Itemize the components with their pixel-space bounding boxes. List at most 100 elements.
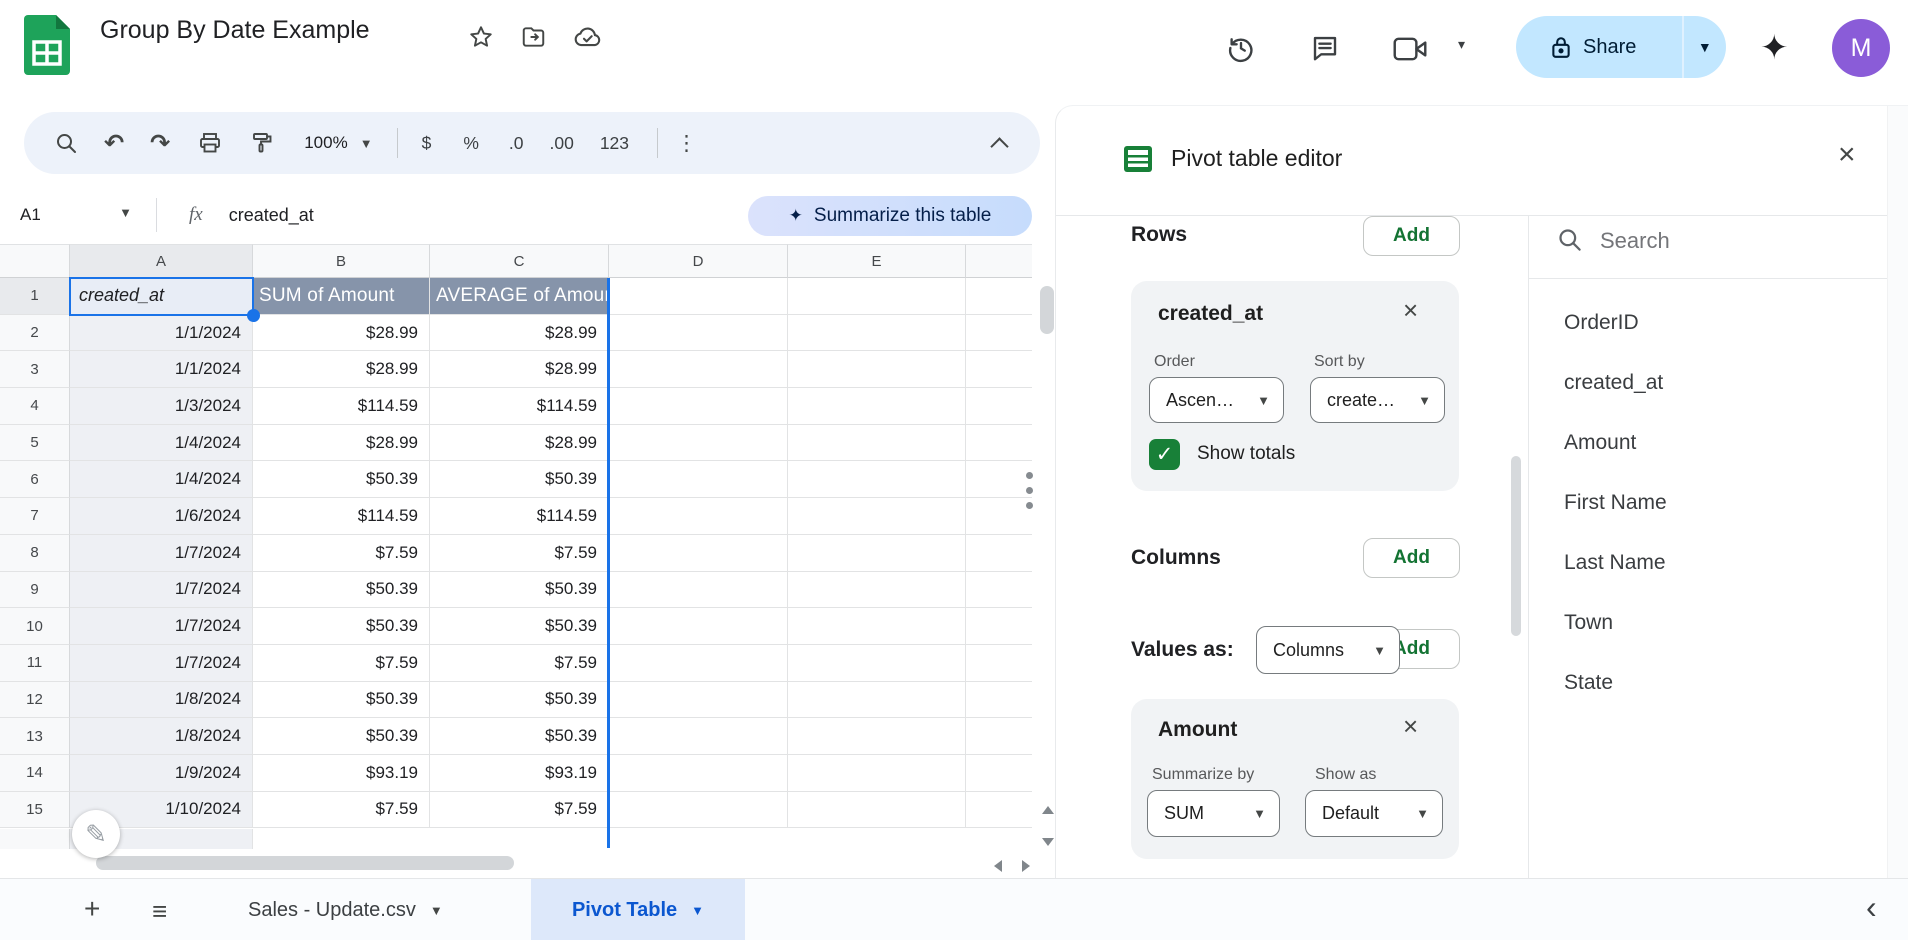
cell-D5[interactable]: [609, 425, 788, 462]
cell-B4[interactable]: $114.59: [253, 388, 430, 425]
cell-B12[interactable]: $50.39: [253, 682, 430, 719]
panel-close-icon[interactable]: ×: [1838, 138, 1856, 172]
cell-C3[interactable]: $28.99: [430, 351, 609, 388]
version-history-icon[interactable]: [1226, 33, 1256, 63]
grid-corner[interactable]: [0, 244, 70, 278]
cell-E1[interactable]: [788, 278, 966, 315]
percent-format-button[interactable]: %: [463, 133, 479, 154]
show-as-dropdown[interactable]: Default▼: [1305, 790, 1443, 837]
share-dropdown-arrow[interactable]: ▼: [1684, 39, 1727, 55]
cell-A1[interactable]: created_at: [70, 278, 253, 315]
cell-B2[interactable]: $28.99: [253, 315, 430, 352]
cell-D6[interactable]: [609, 461, 788, 498]
row-header-2[interactable]: 2: [0, 315, 70, 352]
cell-E7[interactable]: [788, 498, 966, 535]
summarize-table-button[interactable]: ✦ Summarize this table: [748, 196, 1032, 236]
name-box[interactable]: A1 ▼: [20, 205, 132, 225]
cell-D1[interactable]: [609, 278, 788, 315]
cell-C10[interactable]: $50.39: [430, 608, 609, 645]
row-header-4[interactable]: 4: [0, 388, 70, 425]
row-header-1[interactable]: 1: [0, 278, 70, 315]
cell-F10[interactable]: [966, 608, 1032, 645]
cell-F9[interactable]: [966, 572, 1032, 609]
account-avatar[interactable]: M: [1832, 19, 1890, 77]
cell-B10[interactable]: $50.39: [253, 608, 430, 645]
cell-A5[interactable]: 1/4/2024: [70, 425, 253, 462]
cell-D7[interactable]: [609, 498, 788, 535]
cell-F11[interactable]: [966, 645, 1032, 682]
cell-E11[interactable]: [788, 645, 966, 682]
row-header-13[interactable]: 13: [0, 718, 70, 755]
panel-scrollbar-thumb[interactable]: [1511, 456, 1521, 636]
cell-F13[interactable]: [966, 718, 1032, 755]
comments-icon[interactable]: [1310, 33, 1340, 63]
paint-format-icon[interactable]: [250, 131, 274, 155]
cell-A9[interactable]: 1/7/2024: [70, 572, 253, 609]
cell-C14[interactable]: $93.19: [430, 755, 609, 792]
scroll-right-arrow[interactable]: [1022, 860, 1030, 872]
cell-A13[interactable]: 1/8/2024: [70, 718, 253, 755]
cell-F3[interactable]: [966, 351, 1032, 388]
name-box-arrow[interactable]: ▼: [119, 205, 132, 220]
summarize-by-dropdown[interactable]: SUM▼: [1147, 790, 1280, 837]
cell-E13[interactable]: [788, 718, 966, 755]
fill-handle[interactable]: [247, 309, 260, 322]
cell-A6[interactable]: 1/4/2024: [70, 461, 253, 498]
vertical-scrollbar-thumb[interactable]: [1040, 286, 1054, 334]
cell-D15[interactable]: [609, 792, 788, 829]
currency-format-button[interactable]: $: [422, 133, 432, 154]
cell-F12[interactable]: [966, 682, 1032, 719]
cell-F8[interactable]: [966, 535, 1032, 572]
cell-A2[interactable]: 1/1/2024: [70, 315, 253, 352]
cell-E4[interactable]: [788, 388, 966, 425]
zoom-control[interactable]: 100% ▼: [304, 133, 372, 153]
field-item-amount[interactable]: Amount: [1529, 413, 1887, 473]
sheet-tab-arrow[interactable]: ▼: [430, 903, 443, 918]
cell-C1[interactable]: AVERAGE of Amount: [430, 278, 609, 315]
move-to-folder-icon[interactable]: [520, 24, 547, 50]
cloud-saved-icon[interactable]: [573, 24, 603, 50]
cell-F4[interactable]: [966, 388, 1032, 425]
edit-pencil-button[interactable]: ✎: [72, 810, 120, 858]
cell-B11[interactable]: $7.59: [253, 645, 430, 682]
cell-F1[interactable]: [966, 278, 1032, 315]
cell-B13[interactable]: $50.39: [253, 718, 430, 755]
cell-B15[interactable]: $7.59: [253, 792, 430, 829]
scroll-up-arrow[interactable]: [1042, 806, 1054, 814]
cell-D13[interactable]: [609, 718, 788, 755]
sort-by-dropdown[interactable]: create…▼: [1310, 377, 1445, 423]
search-menus-icon[interactable]: [54, 131, 78, 155]
sheet-tab-arrow[interactable]: ▼: [691, 903, 704, 918]
cell-E10[interactable]: [788, 608, 966, 645]
column-header-C[interactable]: C: [430, 244, 609, 278]
cell-D9[interactable]: [609, 572, 788, 609]
cell-E6[interactable]: [788, 461, 966, 498]
cell-B6[interactable]: $50.39: [253, 461, 430, 498]
column-header-A[interactable]: A: [70, 244, 253, 278]
cell-A14[interactable]: 1/9/2024: [70, 755, 253, 792]
cell-C7[interactable]: $114.59: [430, 498, 609, 535]
values-field-remove-icon[interactable]: ×: [1403, 711, 1418, 742]
scroll-left-arrow[interactable]: [994, 860, 1002, 872]
cell-F6[interactable]: [966, 461, 1032, 498]
cell-A12[interactable]: 1/8/2024: [70, 682, 253, 719]
cell-E15[interactable]: [788, 792, 966, 829]
star-icon[interactable]: [468, 24, 494, 50]
cell-C5[interactable]: $28.99: [430, 425, 609, 462]
cell-C15[interactable]: $7.59: [430, 792, 609, 829]
row-header-8[interactable]: 8: [0, 535, 70, 572]
increase-decimal-button[interactable]: .00: [549, 133, 573, 154]
cell-D11[interactable]: [609, 645, 788, 682]
horizontal-scrollbar-thumb[interactable]: [96, 856, 514, 870]
cell-B3[interactable]: $28.99: [253, 351, 430, 388]
add-sheet-icon[interactable]: +: [84, 893, 100, 925]
cell-C11[interactable]: $7.59: [430, 645, 609, 682]
cell-D2[interactable]: [609, 315, 788, 352]
cell-B1[interactable]: SUM of Amount: [253, 278, 430, 315]
cell-B5[interactable]: $28.99: [253, 425, 430, 462]
row-header-7[interactable]: 7: [0, 498, 70, 535]
cell-A8[interactable]: 1/7/2024: [70, 535, 253, 572]
decrease-decimal-button[interactable]: .0: [509, 133, 524, 154]
cell-F7[interactable]: [966, 498, 1032, 535]
cell-C4[interactable]: $114.59: [430, 388, 609, 425]
